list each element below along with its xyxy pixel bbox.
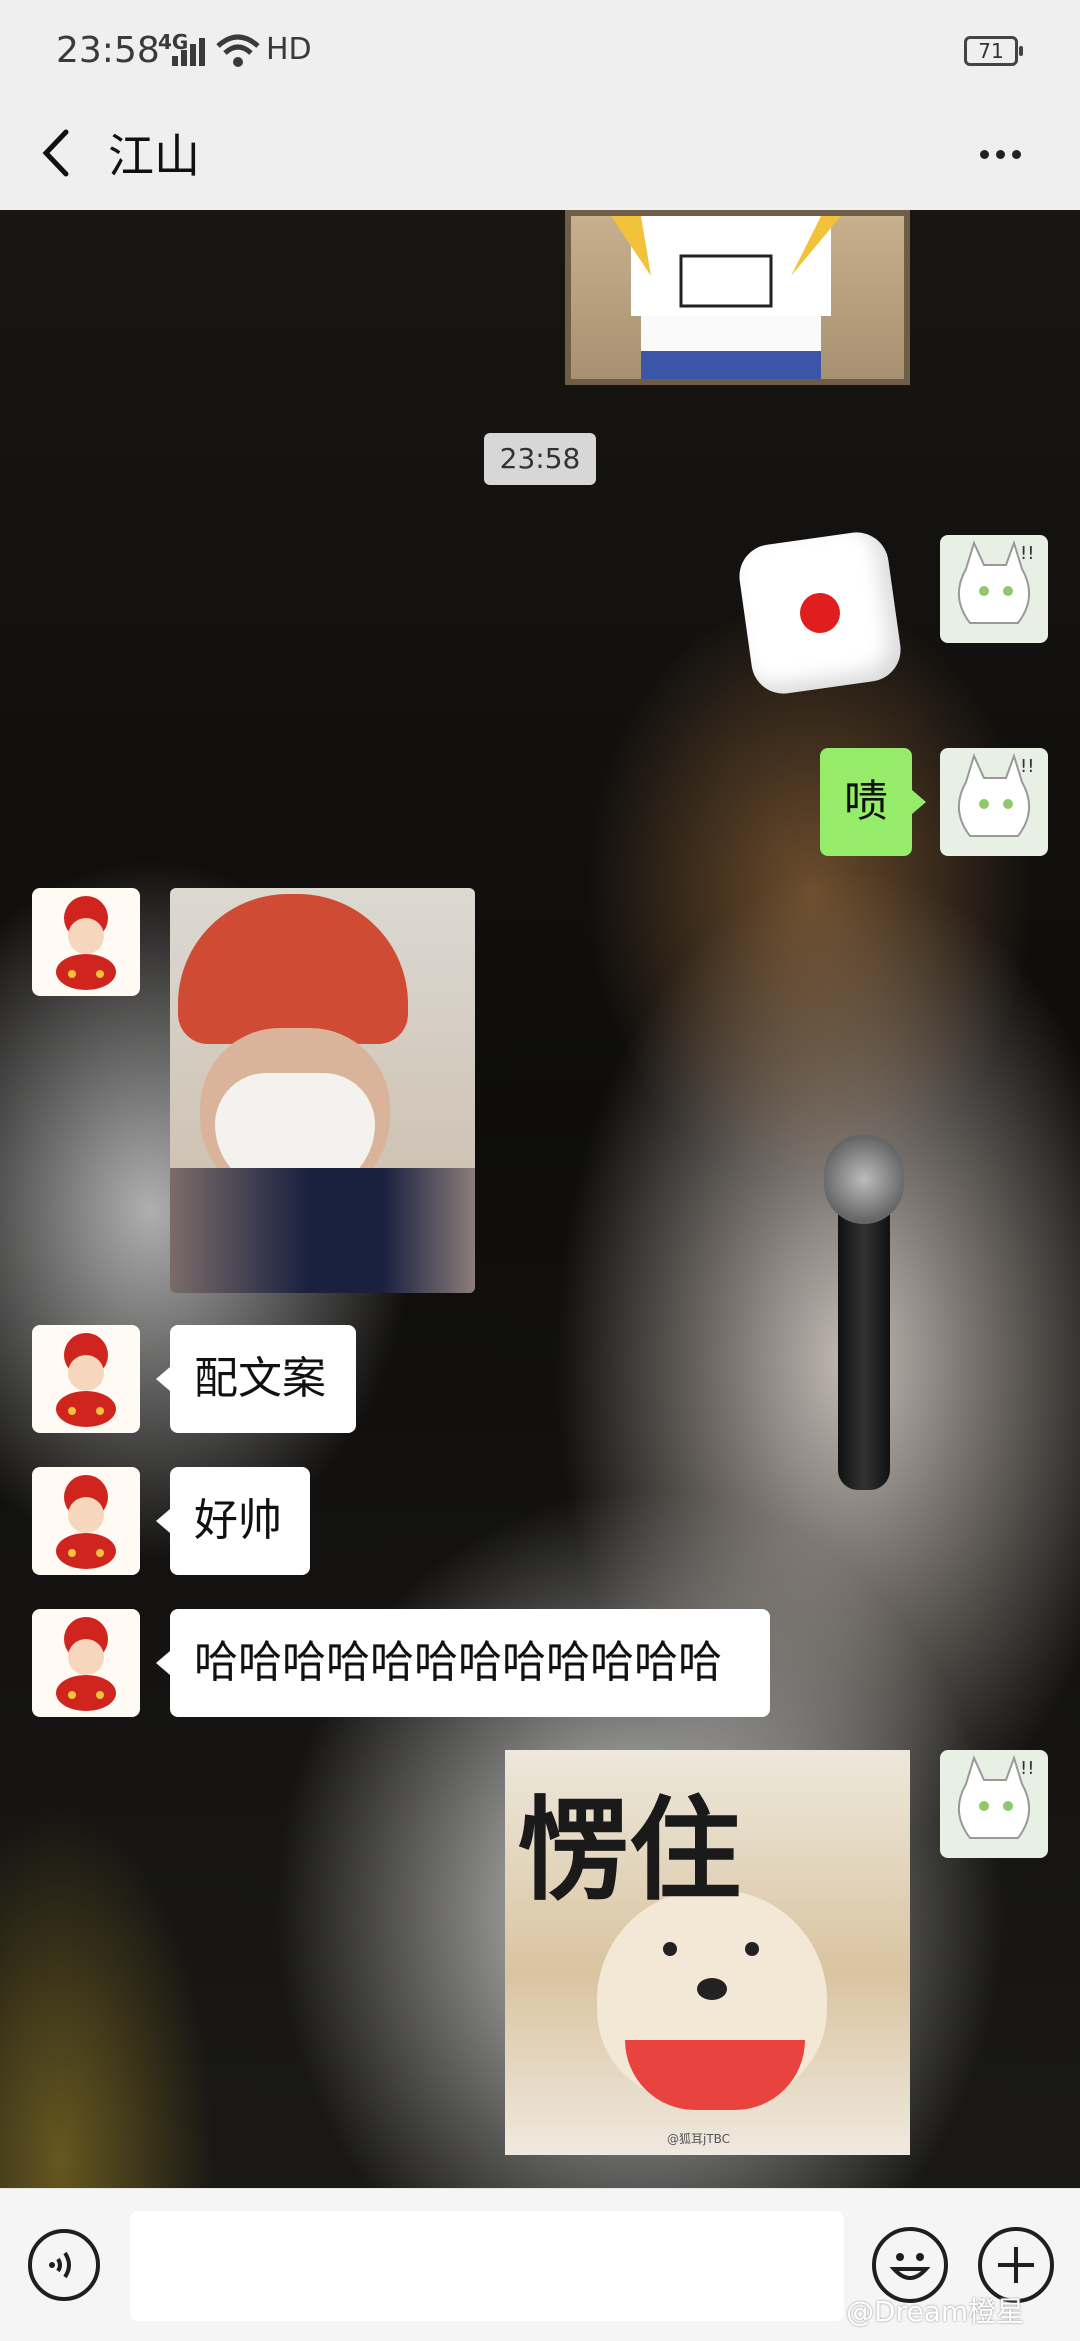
status-time: 23:58 bbox=[56, 30, 160, 71]
cat-avatar-icon: !! bbox=[958, 752, 1034, 837]
contact-avatar[interactable] bbox=[32, 1467, 140, 1575]
voice-input-button[interactable] bbox=[28, 2229, 100, 2301]
self-avatar[interactable]: !! bbox=[940, 1750, 1048, 1858]
meme-watermark: @狐耳jTBC bbox=[667, 2132, 731, 2146]
cartoon-avatar-icon bbox=[56, 1617, 116, 1711]
chat-area[interactable]: 23:58 !! !! 啧 配文案 好帅 哈哈哈哈哈哈哈哈哈哈哈哈 !! 愣住 … bbox=[0, 210, 1080, 2210]
signal-icon bbox=[172, 36, 208, 66]
svg-text:!!: !! bbox=[1020, 756, 1034, 777]
cartoon-avatar-icon bbox=[56, 896, 116, 990]
photo-message[interactable] bbox=[170, 888, 475, 1293]
cat-avatar-icon: !! bbox=[958, 1754, 1034, 1839]
watermelon-image bbox=[625, 2040, 805, 2110]
self-avatar[interactable]: !! bbox=[940, 535, 1048, 643]
anime-girl-sticker-icon bbox=[611, 216, 841, 379]
contact-avatar[interactable] bbox=[32, 1325, 140, 1433]
cartoon-avatar-icon bbox=[56, 1475, 116, 1569]
more-options-icon[interactable] bbox=[966, 128, 1036, 178]
cat-avatar-icon: !! bbox=[958, 539, 1034, 624]
meme-sticker-message[interactable]: 愣住 @狐耳jTBC bbox=[505, 1750, 910, 2155]
message-text-input[interactable] bbox=[130, 2211, 844, 2321]
svg-text:!!: !! bbox=[1020, 543, 1034, 564]
wallpaper-microphone bbox=[824, 1134, 904, 1490]
smiley-icon bbox=[889, 2253, 931, 2280]
contact-avatar[interactable] bbox=[32, 888, 140, 996]
svg-text:!!: !! bbox=[1020, 1758, 1034, 1779]
hd-indicator: HD bbox=[266, 32, 312, 67]
voice-icon bbox=[49, 2251, 71, 2279]
message-bubble-contact[interactable]: 配文案 bbox=[156, 1325, 356, 1433]
battery-icon: 71 bbox=[964, 36, 1023, 66]
sticker-message[interactable] bbox=[565, 210, 910, 385]
self-avatar[interactable]: !! bbox=[940, 748, 1048, 856]
status-bar: 23:58 4G HD 71 bbox=[0, 0, 1080, 100]
wifi-icon bbox=[216, 34, 260, 67]
chat-title: 江山 bbox=[108, 129, 200, 183]
message-bubble-contact[interactable]: 好帅 bbox=[156, 1467, 310, 1575]
message-bubble-contact[interactable]: 哈哈哈哈哈哈哈哈哈哈哈哈 bbox=[156, 1609, 770, 1717]
dice-message[interactable] bbox=[735, 528, 905, 698]
plus-icon bbox=[998, 2247, 1034, 2283]
message-timestamp: 23:58 bbox=[484, 433, 596, 485]
cartoon-avatar-icon bbox=[56, 1333, 116, 1427]
meme-caption: 愣住 bbox=[517, 1785, 741, 1916]
weibo-watermark: @Dream橙星 bbox=[846, 2295, 1025, 2328]
message-bubble-self[interactable]: 啧 bbox=[820, 748, 926, 856]
dice-pip bbox=[797, 590, 843, 636]
chat-header: 江山 bbox=[0, 100, 1080, 210]
contact-avatar[interactable] bbox=[32, 1609, 140, 1717]
back-arrow-icon[interactable] bbox=[28, 118, 88, 188]
